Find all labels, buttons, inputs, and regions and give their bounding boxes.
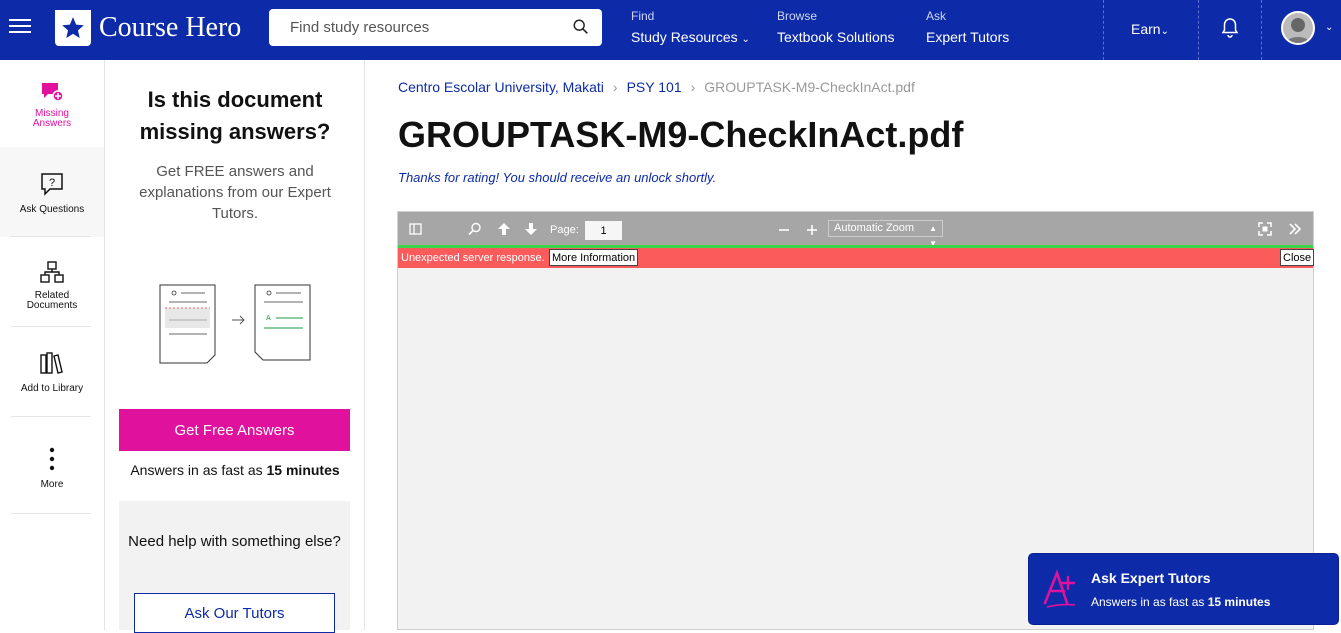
ask-question-icon: ? [41, 173, 63, 196]
missing-answers-panel: Is this document missing answers? Get FR… [105, 60, 365, 633]
page-label: Page: [550, 224, 579, 236]
error-message: Unexpected server response. [401, 252, 545, 264]
chevron-down-icon: ⌄ [741, 34, 750, 45]
bell-icon[interactable] [1220, 17, 1240, 39]
top-nav-bar: Course Hero Find Study Resources ⌄ Brows… [0, 0, 1341, 60]
page-number-input[interactable] [585, 221, 622, 240]
fast-prefix: Answers in as fast as [130, 462, 267, 478]
widget-title: Ask Expert Tutors [1091, 570, 1211, 586]
missing-answers-icon [42, 83, 64, 102]
widget-subtitle-prefix: Answers in as fast as [1091, 595, 1208, 609]
chevron-right-icon: › [690, 79, 696, 95]
nav-label: Expert Tutors [926, 29, 1010, 45]
rail-item-ask-questions[interactable]: ? Ask Questions [0, 147, 104, 237]
left-icon-rail: Missing Answers ? Ask Questions Related … [0, 60, 105, 630]
more-tools-icon[interactable] [1287, 221, 1303, 237]
search-box [269, 9, 602, 46]
close-error-button[interactable]: Close [1280, 249, 1315, 266]
nav-study-resources[interactable]: Find Study Resources ⌄ [631, 9, 750, 45]
previous-page-icon[interactable] [496, 221, 512, 237]
rail-item-add-to-library[interactable]: Add to Library [0, 327, 104, 416]
panel-title: Is this document missing answers? [139, 87, 331, 144]
svg-text:A: A [266, 315, 271, 322]
rail-label: Add to Library [20, 383, 84, 394]
related-documents-icon [40, 261, 64, 283]
rail-item-missing-answers[interactable]: Missing Answers [0, 60, 104, 147]
rail-label: Answers [32, 118, 72, 129]
answer-speed-text: Answers in as fast as 15 minutes [105, 462, 365, 478]
chevron-down-icon[interactable]: ⌄ [1325, 22, 1333, 33]
star-logo-icon [55, 10, 91, 46]
nav-label: Textbook Solutions [777, 29, 895, 45]
rail-label: Ask Questions [19, 204, 85, 215]
brand-name: Course Hero [99, 12, 242, 43]
panel-subtitle: Get FREE answers and explanations from o… [139, 163, 331, 222]
document-answers-illustration: A [159, 284, 311, 364]
nav-divider [1198, 0, 1199, 60]
rating-message: Thanks for rating! You should receive an… [398, 170, 717, 185]
zoom-in-icon[interactable] [804, 221, 820, 237]
menu-icon[interactable] [9, 15, 31, 35]
nav-label: Study Resources [631, 29, 738, 45]
viewer-toolbar: Page: Automatic Zoom▲▼ [398, 212, 1313, 248]
rail-item-more[interactable]: More [0, 417, 104, 513]
get-free-answers-button[interactable]: Get Free Answers [119, 409, 350, 451]
rail-label: More [40, 479, 64, 490]
more-information-button[interactable]: More Information [549, 249, 639, 266]
fullscreen-icon[interactable] [1257, 221, 1273, 237]
breadcrumb: Centro Escolar University, Makati › PSY … [398, 79, 915, 95]
help-question: Need help with something else? [128, 533, 341, 550]
widget-subtitle-time: 15 minutes [1207, 595, 1271, 609]
ask-expert-tutors-widget[interactable]: Ask Expert Tutors Answers in as fast as … [1029, 554, 1338, 624]
rail-divider [11, 513, 91, 514]
sidebar-toggle-icon[interactable] [408, 221, 424, 237]
search-icon[interactable] [572, 18, 590, 36]
breadcrumb-course[interactable]: PSY 101 [627, 79, 682, 95]
fast-time: 15 minutes [266, 462, 340, 478]
avatar[interactable] [1281, 11, 1315, 45]
nav-caption: Find [631, 9, 655, 23]
nav-textbook-solutions[interactable]: Browse Textbook Solutions [777, 9, 895, 45]
page-title: GROUPTASK-M9-CheckInAct.pdf [398, 114, 964, 155]
a-plus-icon [1043, 569, 1076, 608]
search-input[interactable] [269, 9, 559, 46]
help-box: Need help with something else? Ask Our T… [119, 501, 350, 633]
breadcrumb-current: GROUPTASK-M9-CheckInAct.pdf [704, 79, 915, 95]
course-hero-logo[interactable]: Course Hero [55, 10, 241, 46]
nav-divider [1103, 0, 1104, 60]
earn-menu[interactable]: Earn⌄ [1131, 21, 1169, 37]
error-bar: Unexpected server response. More Informa… [398, 248, 1315, 268]
ask-our-tutors-button[interactable]: Ask Our Tutors [134, 593, 335, 633]
nav-divider [1261, 0, 1262, 60]
breadcrumb-school[interactable]: Centro Escolar University, Makati [398, 79, 604, 95]
next-page-icon[interactable] [523, 221, 539, 237]
nav-expert-tutors[interactable]: Ask Expert Tutors [926, 9, 1009, 45]
zoom-out-icon[interactable] [776, 221, 792, 237]
chevron-right-icon: › [612, 79, 618, 95]
nav-caption: Ask [926, 9, 947, 23]
rail-item-related-documents[interactable]: Related Documents [0, 237, 104, 326]
chevron-down-icon: ⌄ [1160, 26, 1169, 37]
nav-caption: Browse [777, 9, 818, 23]
zoom-value: Automatic Zoom [834, 222, 915, 234]
more-icon [49, 447, 55, 471]
zoom-select[interactable]: Automatic Zoom ▲ ▼ [828, 220, 943, 248]
library-icon [40, 352, 63, 374]
widget-subtitle: Answers in as fast as 15 minutes [1091, 595, 1270, 609]
rail-label: Documents [26, 300, 78, 311]
earn-label: Earn [1131, 21, 1161, 37]
svg-text:?: ? [49, 177, 55, 189]
find-icon[interactable] [467, 221, 483, 237]
